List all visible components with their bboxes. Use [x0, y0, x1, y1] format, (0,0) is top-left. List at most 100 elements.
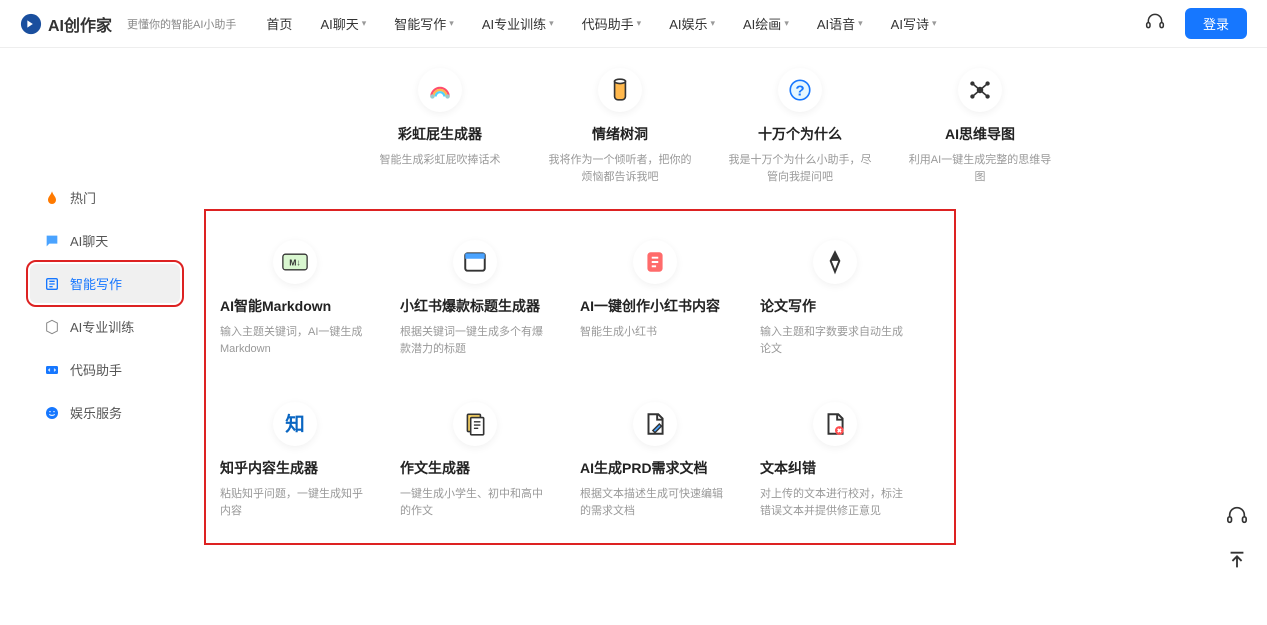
- sidebar: 热门 AI聊天 智能写作 AI专业训练 代码助手 娱乐服务: [0, 48, 200, 539]
- code-icon: [44, 362, 60, 378]
- tool-card-zhihu[interactable]: 知 知乎内容生成器 粘贴知乎问题，一键生成知乎内容: [215, 387, 375, 529]
- nav-training[interactable]: AI专业训练▾: [482, 14, 554, 33]
- tool-card-xhs-title[interactable]: 小红书爆款标题生成器 根据关键词一键生成多个有爆款潜力的标题: [395, 225, 555, 367]
- card-desc: 一键生成小学生、初中和高中的作文: [400, 486, 550, 519]
- zhihu-icon: 知: [273, 402, 317, 446]
- card-desc: 根据关键词一键生成多个有爆款潜力的标题: [400, 324, 550, 357]
- content: 彩虹屁生成器 智能生成彩虹屁吹捧话术 情绪树洞 我将作为一个倾听者，把你的烦恼都…: [200, 48, 1267, 539]
- card-title: 小红书爆款标题生成器: [400, 296, 550, 316]
- smile-icon: [44, 405, 60, 421]
- nav-entertainment[interactable]: AI娱乐▾: [669, 14, 715, 33]
- chevron-down-icon: ▾: [858, 18, 863, 29]
- back-to-top-fab[interactable]: [1222, 545, 1252, 575]
- nav-chat[interactable]: AI聊天▾: [320, 14, 366, 33]
- highlighted-section: M↓ AI智能Markdown 输入主题关键词，AI一键生成Markdown 小…: [210, 215, 950, 539]
- tool-card-prd[interactable]: AI生成PRD需求文档 根据文本描述生成可快速编辑的需求文档: [575, 387, 735, 529]
- doc-error-icon: [813, 402, 857, 446]
- chevron-down-icon: ▾: [710, 18, 715, 29]
- card-title: 十万个为什么: [758, 124, 842, 144]
- sidebar-item-label: AI专业训练: [70, 317, 134, 336]
- card-desc: 我将作为一个倾听者，把你的烦恼都告诉我吧: [545, 152, 695, 185]
- doc-icon: [453, 402, 497, 446]
- brand-text: AI创作家: [48, 12, 112, 36]
- logo[interactable]: AI创作家: [20, 12, 112, 36]
- nav: 首页 AI聊天▾ 智能写作▾ AI专业训练▾ 代码助手▾ AI娱乐▾ AI绘画▾…: [266, 14, 1145, 33]
- tool-card-xhs-content[interactable]: AI一键创作小红书内容 智能生成小红书: [575, 225, 735, 367]
- nav-writing[interactable]: 智能写作▾: [394, 14, 454, 33]
- cup-icon: [598, 68, 642, 112]
- card-title: 情绪树洞: [592, 124, 648, 144]
- sidebar-item-label: 代码助手: [70, 360, 122, 379]
- support-fab[interactable]: [1222, 500, 1252, 530]
- nav-poem[interactable]: AI写诗▾: [891, 14, 937, 33]
- chevron-down-icon: ▾: [784, 18, 789, 29]
- chevron-down-icon: ▾: [549, 18, 554, 29]
- chevron-down-icon: ▾: [449, 18, 454, 29]
- card-title: 知乎内容生成器: [220, 458, 370, 478]
- tool-card-rainbow[interactable]: 彩虹屁生成器 智能生成彩虹屁吹捧话术: [360, 58, 520, 195]
- sidebar-item-training[interactable]: AI专业训练: [30, 307, 180, 346]
- card-desc: 我是十万个为什么小助手，尽管向我提问吧: [725, 152, 875, 185]
- window-icon: [453, 240, 497, 284]
- card-title: 论文写作: [760, 296, 910, 316]
- sidebar-item-hot[interactable]: 热门: [30, 178, 180, 217]
- sidebar-item-label: AI聊天: [70, 231, 108, 250]
- card-desc: 智能生成小红书: [580, 324, 730, 341]
- rainbow-icon: [418, 68, 462, 112]
- cube-icon: [44, 319, 60, 335]
- tool-card-markdown[interactable]: M↓ AI智能Markdown 输入主题关键词，AI一键生成Markdown: [215, 225, 375, 367]
- mindmap-icon: [958, 68, 1002, 112]
- note-icon: [633, 240, 677, 284]
- card-desc: 利用AI一键生成完整的思维导图: [905, 152, 1055, 185]
- tool-card-correction[interactable]: 文本纠错 对上传的文本进行校对，标注错误文本并提供修正意见: [755, 387, 915, 529]
- header: AI创作家 更懂你的智能AI小助手 首页 AI聊天▾ 智能写作▾ AI专业训练▾…: [0, 0, 1267, 48]
- nav-draw[interactable]: AI绘画▾: [743, 14, 789, 33]
- card-title: AI思维导图: [945, 124, 1015, 144]
- support-icon[interactable]: [1145, 11, 1165, 36]
- card-title: 彩虹屁生成器: [398, 124, 482, 144]
- chevron-down-icon: ▾: [932, 18, 937, 29]
- tool-card-why[interactable]: ? 十万个为什么 我是十万个为什么小助手，尽管向我提问吧: [720, 58, 880, 195]
- markdown-icon: M↓: [273, 240, 317, 284]
- card-title: 作文生成器: [400, 458, 550, 478]
- svg-text:?: ?: [795, 82, 804, 99]
- tool-card-essay[interactable]: 作文生成器 一键生成小学生、初中和高中的作文: [395, 387, 555, 529]
- nav-home[interactable]: 首页: [266, 14, 292, 33]
- sidebar-item-label: 智能写作: [70, 274, 122, 293]
- chevron-down-icon: ▾: [362, 18, 367, 29]
- edit-icon: [44, 276, 60, 292]
- chat-icon: [44, 233, 60, 249]
- card-desc: 粘贴知乎问题，一键生成知乎内容: [220, 486, 370, 519]
- card-desc: 根据文本描述生成可快速编辑的需求文档: [580, 486, 730, 519]
- tool-card-paper[interactable]: 论文写作 输入主题和字数要求自动生成论文: [755, 225, 915, 367]
- nav-voice[interactable]: AI语音▾: [817, 14, 863, 33]
- card-desc: 对上传的文本进行校对，标注错误文本并提供修正意见: [760, 486, 910, 519]
- card-desc: 智能生成彩虹屁吹捧话术: [380, 152, 501, 169]
- tagline: 更懂你的智能AI小助手: [127, 16, 236, 32]
- login-button[interactable]: 登录: [1185, 8, 1247, 39]
- top-row: 彩虹屁生成器 智能生成彩虹屁吹捧话术 情绪树洞 我将作为一个倾听者，把你的烦恼都…: [360, 58, 1267, 195]
- float-actions: [1222, 500, 1252, 575]
- sidebar-item-chat[interactable]: AI聊天: [30, 221, 180, 260]
- card-title: AI智能Markdown: [220, 296, 370, 316]
- fire-icon: [44, 190, 60, 206]
- sidebar-item-code[interactable]: 代码助手: [30, 350, 180, 389]
- question-icon: ?: [778, 68, 822, 112]
- card-desc: 输入主题和字数要求自动生成论文: [760, 324, 910, 357]
- card-title: 文本纠错: [760, 458, 910, 478]
- svg-text:知: 知: [285, 413, 305, 436]
- sidebar-item-label: 娱乐服务: [70, 403, 122, 422]
- svg-text:M↓: M↓: [289, 257, 301, 267]
- logo-icon: [20, 13, 42, 35]
- card-title: AI一键创作小红书内容: [580, 296, 730, 316]
- tool-card-emotion[interactable]: 情绪树洞 我将作为一个倾听者，把你的烦恼都告诉我吧: [540, 58, 700, 195]
- sidebar-item-label: 热门: [70, 188, 96, 207]
- chevron-down-icon: ▾: [637, 18, 642, 29]
- card-desc: 输入主题关键词，AI一键生成Markdown: [220, 324, 370, 357]
- doc-edit-icon: [633, 402, 677, 446]
- nav-code[interactable]: 代码助手▾: [582, 14, 642, 33]
- tool-card-mindmap[interactable]: AI思维导图 利用AI一键生成完整的思维导图: [900, 58, 1060, 195]
- sidebar-item-writing[interactable]: 智能写作: [30, 264, 180, 303]
- pen-icon: [813, 240, 857, 284]
- sidebar-item-entertainment[interactable]: 娱乐服务: [30, 393, 180, 432]
